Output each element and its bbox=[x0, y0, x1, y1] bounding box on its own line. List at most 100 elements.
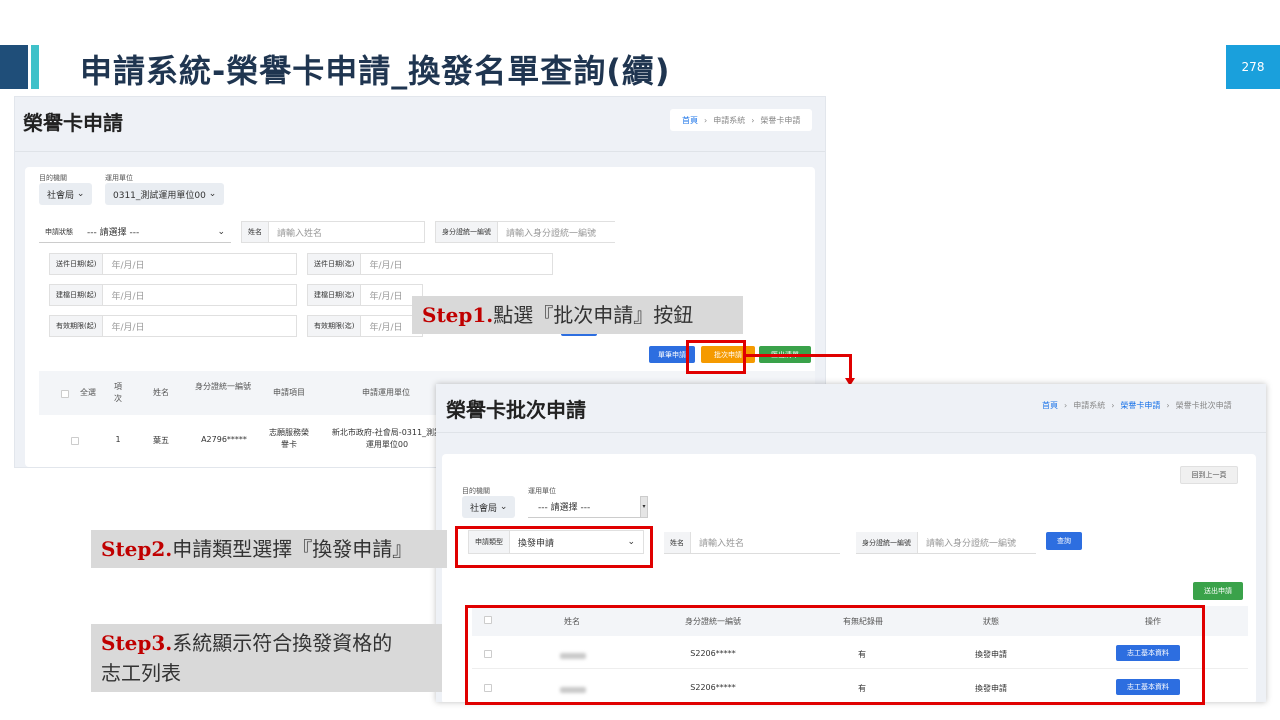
id-label: 身分證統一編號 bbox=[856, 532, 918, 553]
dest-agency-select[interactable]: 社會局 ⌄ bbox=[462, 496, 516, 518]
header-bar-teal bbox=[31, 45, 39, 89]
divider bbox=[436, 432, 1266, 433]
breadcrumb-separator: › bbox=[1064, 400, 1068, 410]
page-title: 榮譽卡批次申請 bbox=[446, 398, 586, 422]
breadcrumb-home[interactable]: 首頁 bbox=[1042, 400, 1058, 411]
date-input[interactable]: 送件日期(迄) 年/月/日 bbox=[307, 253, 553, 275]
id-input[interactable]: 身分證統一編號 請輸入身分證統一編號 bbox=[435, 221, 615, 243]
page-title: 榮譽卡申請 bbox=[23, 111, 123, 135]
breadcrumb-separator: › bbox=[704, 115, 708, 125]
column-header: 申請運用單位 bbox=[362, 388, 410, 397]
column-header: 姓名 bbox=[153, 388, 169, 397]
column-header: 全選 bbox=[80, 388, 96, 397]
date-label: 建檔日期(起) bbox=[50, 285, 104, 305]
dest-agency-label: 目的機關 bbox=[39, 174, 67, 182]
breadcrumb-item[interactable]: 榮譽卡申請 bbox=[1120, 400, 1160, 411]
name-placeholder: 請輸入姓名 bbox=[699, 539, 745, 549]
name-input[interactable]: 姓名 請輸入姓名 bbox=[241, 221, 425, 243]
apply-status-value: --- 請選擇 --- bbox=[87, 228, 140, 238]
breadcrumb-separator: › bbox=[1166, 400, 1170, 410]
divider bbox=[15, 151, 825, 152]
unit-label: 運用單位 bbox=[528, 487, 556, 495]
date-input[interactable]: 有效期限(起) 年/月/日 bbox=[49, 315, 297, 337]
volunteer-table-highlight bbox=[465, 605, 1205, 705]
id-placeholder: 請輸入身分證統一編號 bbox=[926, 539, 1017, 549]
step2-callout: Step2.申請類型選擇『換發申請』 bbox=[91, 530, 447, 568]
step1-text: 點選『批次申請』按鈕 bbox=[493, 303, 694, 327]
step3-text-line2: 志工列表 bbox=[101, 661, 181, 685]
chevron-down-icon: ⌄ bbox=[217, 226, 225, 237]
dest-agency-label: 目的機關 bbox=[462, 487, 490, 495]
chevron-down-icon: ⌄ bbox=[208, 189, 217, 199]
batch-button-highlight bbox=[686, 340, 746, 374]
step3-callout: Step3.系統顯示符合換發資格的 志工列表 bbox=[91, 624, 442, 692]
name-input[interactable]: 姓名 請輸入姓名 bbox=[664, 532, 840, 554]
column-header: 申請項目 bbox=[273, 388, 305, 397]
breadcrumb-item[interactable]: 申請系統 bbox=[713, 115, 745, 126]
unit-value: 0311_測試運用單位00 bbox=[113, 190, 206, 201]
date-label: 建檔日期(迄) bbox=[308, 285, 362, 305]
select-arrow-icon: ▾ bbox=[640, 495, 648, 518]
step1-number: Step1. bbox=[422, 303, 494, 327]
name-label: 姓名 bbox=[242, 222, 269, 242]
date-input[interactable]: 建檔日期(迄) 年/月/日 bbox=[307, 284, 423, 306]
name-placeholder: 請輸入姓名 bbox=[277, 228, 323, 239]
breadcrumb-home[interactable]: 首頁 bbox=[682, 115, 698, 126]
row-checkbox[interactable] bbox=[71, 437, 79, 445]
date-label: 送件日期(迄) bbox=[308, 254, 362, 274]
unit-select[interactable]: --- 請選擇 --- ▾ bbox=[528, 495, 648, 518]
name-label: 姓名 bbox=[664, 532, 691, 553]
id-input[interactable]: 身分證統一編號 請輸入身分證統一編號 bbox=[856, 532, 1036, 554]
unit-value: --- 請選擇 --- bbox=[538, 503, 591, 513]
column-header: 身分證統一編號 bbox=[195, 382, 251, 391]
column-header: 項次 bbox=[114, 382, 122, 403]
breadcrumb-separator: › bbox=[1111, 400, 1115, 410]
apply-type-highlight bbox=[455, 526, 653, 568]
date-label: 有效期限(起) bbox=[50, 316, 104, 336]
step2-number: Step2. bbox=[101, 537, 173, 561]
breadcrumb: 首頁 › 申請系統 › 榮譽卡申請 › 榮譽卡批次申請 bbox=[1042, 392, 1232, 418]
breadcrumb-item: 榮譽卡申請 bbox=[760, 115, 801, 125]
header-bar-dark bbox=[0, 45, 28, 89]
row-item: 志願服務榮譽卡 bbox=[269, 428, 309, 449]
date-value: 年/月/日 bbox=[111, 322, 145, 333]
search-button[interactable]: 查詢 bbox=[1046, 532, 1082, 550]
connector-line bbox=[746, 354, 852, 357]
back-button[interactable]: 回到上一頁 bbox=[1180, 466, 1238, 484]
breadcrumb-item: 榮譽卡批次申請 bbox=[1175, 400, 1232, 410]
date-value: 年/月/日 bbox=[111, 291, 145, 302]
row-index: 1 bbox=[115, 435, 121, 444]
step1-callout: Step1.點選『批次申請』按鈕 bbox=[412, 296, 743, 334]
date-label: 有效期限(迄) bbox=[308, 316, 362, 336]
row-unit: 新北市政府-社會局-0311_測試運用單位00 bbox=[331, 428, 443, 449]
apply-status-select[interactable]: 申請狀態 --- 請選擇 --- ⌄ bbox=[39, 221, 231, 243]
apply-status-label: 申請狀態 bbox=[45, 227, 73, 236]
step2-text: 申請類型選擇『換發申請』 bbox=[172, 537, 413, 561]
date-input[interactable]: 建檔日期(起) 年/月/日 bbox=[49, 284, 297, 306]
unit-label: 運用單位 bbox=[105, 174, 133, 182]
date-label: 送件日期(起) bbox=[50, 254, 104, 274]
date-input[interactable]: 有效期限(迄) 年/月/日 bbox=[307, 315, 423, 337]
date-value: 年/月/日 bbox=[111, 260, 145, 271]
breadcrumb-item[interactable]: 申請系統 bbox=[1073, 400, 1105, 411]
slide-title: 申請系統-榮譽卡申請_換發名單查詢(續) bbox=[80, 52, 671, 90]
breadcrumb-separator: › bbox=[751, 115, 755, 125]
dest-agency-value: 社會局 bbox=[470, 503, 498, 514]
step3-number: Step3. bbox=[101, 631, 173, 655]
date-value: 年/月/日 bbox=[369, 260, 403, 271]
step3-text-line1: 系統顯示符合換發資格的 bbox=[172, 631, 393, 655]
id-label: 身分證統一編號 bbox=[436, 222, 498, 242]
date-input[interactable]: 送件日期(起) 年/月/日 bbox=[49, 253, 297, 275]
row-id: A2796***** bbox=[201, 435, 247, 444]
breadcrumb: 首頁 › 申請系統 › 榮譽卡申請 bbox=[670, 109, 813, 131]
connector-line bbox=[849, 354, 852, 380]
unit-select[interactable]: 0311_測試運用單位00 ⌄ bbox=[105, 183, 225, 205]
dest-agency-value: 社會局 bbox=[47, 190, 75, 201]
chevron-down-icon: ⌄ bbox=[76, 189, 85, 199]
dest-agency-select[interactable]: 社會局 ⌄ bbox=[39, 183, 93, 205]
row-name: 葉五 bbox=[153, 436, 169, 445]
select-all-checkbox[interactable] bbox=[61, 390, 69, 398]
submit-apply-button[interactable]: 送出申請 bbox=[1193, 582, 1243, 600]
id-placeholder: 請輸入身分證統一編號 bbox=[506, 228, 597, 239]
page-number: 278 bbox=[1226, 45, 1280, 89]
